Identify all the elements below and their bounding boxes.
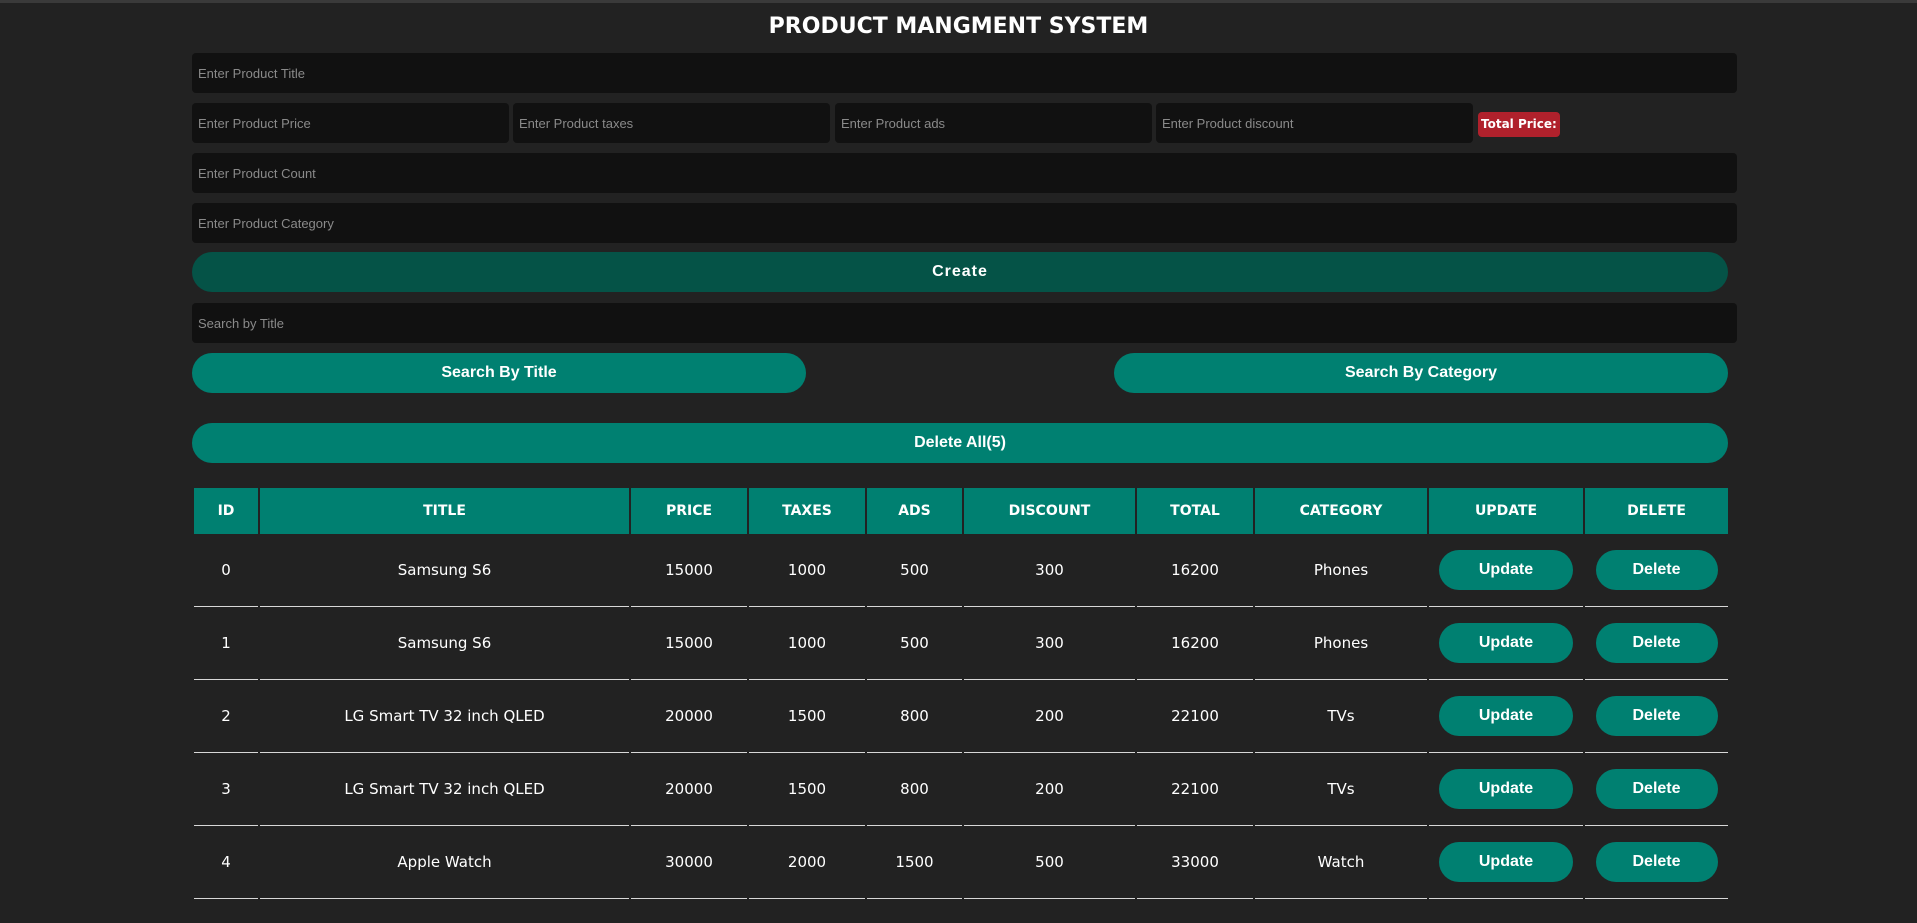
cell-update: Update (1429, 753, 1583, 826)
header-delete: DELETE (1585, 488, 1728, 534)
cell-total: 16200 (1137, 534, 1253, 607)
cell-taxes: 1000 (749, 607, 865, 680)
cell-taxes: 1000 (749, 534, 865, 607)
table-row: 0 Samsung S6 15000 1000 500 300 16200 Ph… (194, 534, 1728, 607)
table-row: 3 LG Smart TV 32 inch QLED 20000 1500 80… (194, 753, 1728, 826)
delete-all-button[interactable]: Delete All(5) (192, 423, 1728, 463)
cell-ads: 800 (867, 753, 962, 826)
cell-category: Phones (1255, 534, 1427, 607)
header-price: PRICE (631, 488, 747, 534)
update-button[interactable]: Update (1439, 842, 1573, 882)
cell-delete: Delete (1585, 680, 1728, 753)
header-update: UPDATE (1429, 488, 1583, 534)
products-table: ID TITLE PRICE TAXES ADS DISCOUNT TOTAL … (192, 488, 1730, 899)
product-category-input[interactable] (192, 203, 1737, 243)
cell-delete: Delete (1585, 826, 1728, 899)
search-by-category-button[interactable]: Search By Category (1114, 353, 1728, 393)
cell-discount: 300 (964, 534, 1135, 607)
table-header-row: ID TITLE PRICE TAXES ADS DISCOUNT TOTAL … (194, 488, 1728, 534)
delete-button[interactable]: Delete (1595, 550, 1718, 590)
cell-update: Update (1429, 680, 1583, 753)
create-button[interactable]: Create (192, 252, 1728, 292)
cell-title: Samsung S6 (260, 534, 629, 607)
update-button[interactable]: Update (1439, 623, 1573, 663)
cell-update: Update (1429, 826, 1583, 899)
cell-ads: 500 (867, 607, 962, 680)
product-ads-input[interactable] (835, 103, 1152, 143)
cell-discount: 200 (964, 753, 1135, 826)
cell-category: TVs (1255, 680, 1427, 753)
cell-category: TVs (1255, 753, 1427, 826)
cell-price: 20000 (631, 753, 747, 826)
page-title: PRODUCT MANGMENT SYSTEM (768, 14, 1149, 39)
search-by-title-button[interactable]: Search By Title (192, 353, 806, 393)
header-taxes: TAXES (749, 488, 865, 534)
header-discount: DISCOUNT (964, 488, 1135, 534)
cell-price: 15000 (631, 607, 747, 680)
cell-category: Watch (1255, 826, 1427, 899)
update-button[interactable]: Update (1439, 696, 1573, 736)
cell-taxes: 1500 (749, 680, 865, 753)
cell-id: 4 (194, 826, 258, 899)
cell-title: LG Smart TV 32 inch QLED (260, 680, 629, 753)
header-title: TITLE (260, 488, 629, 534)
delete-button[interactable]: Delete (1595, 696, 1718, 736)
cell-id: 1 (194, 607, 258, 680)
update-button[interactable]: Update (1439, 769, 1573, 809)
product-price-input[interactable] (192, 103, 509, 143)
cell-taxes: 2000 (749, 826, 865, 899)
search-input[interactable] (192, 303, 1737, 343)
cell-delete: Delete (1585, 607, 1728, 680)
delete-button[interactable]: Delete (1595, 623, 1718, 663)
cell-discount: 300 (964, 607, 1135, 680)
cell-update: Update (1429, 534, 1583, 607)
header-total: TOTAL (1137, 488, 1253, 534)
cell-price: 20000 (631, 680, 747, 753)
cell-price: 15000 (631, 534, 747, 607)
cell-title: LG Smart TV 32 inch QLED (260, 753, 629, 826)
cell-ads: 800 (867, 680, 962, 753)
cell-delete: Delete (1585, 534, 1728, 607)
product-taxes-input[interactable] (513, 103, 830, 143)
product-title-input[interactable] (192, 53, 1737, 93)
delete-button[interactable]: Delete (1595, 769, 1718, 809)
cell-id: 2 (194, 680, 258, 753)
cell-discount: 200 (964, 680, 1135, 753)
cell-taxes: 1500 (749, 753, 865, 826)
top-border (0, 0, 1917, 3)
cell-total: 22100 (1137, 753, 1253, 826)
cell-id: 3 (194, 753, 258, 826)
table-row: 2 LG Smart TV 32 inch QLED 20000 1500 80… (194, 680, 1728, 753)
header-category: CATEGORY (1255, 488, 1427, 534)
cell-ads: 1500 (867, 826, 962, 899)
cell-discount: 500 (964, 826, 1135, 899)
cell-total: 16200 (1137, 607, 1253, 680)
cell-delete: Delete (1585, 753, 1728, 826)
cell-update: Update (1429, 607, 1583, 680)
update-button[interactable]: Update (1439, 550, 1573, 590)
header-ads: ADS (867, 488, 962, 534)
cell-category: Phones (1255, 607, 1427, 680)
table-row: 4 Apple Watch 30000 2000 1500 500 33000 … (194, 826, 1728, 899)
product-discount-input[interactable] (1156, 103, 1473, 143)
cell-total: 33000 (1137, 826, 1253, 899)
cell-title: Apple Watch (260, 826, 629, 899)
cell-ads: 500 (867, 534, 962, 607)
cell-title: Samsung S6 (260, 607, 629, 680)
cell-total: 22100 (1137, 680, 1253, 753)
total-price-badge: Total Price: (1478, 112, 1560, 137)
cell-price: 30000 (631, 826, 747, 899)
product-count-input[interactable] (192, 153, 1737, 193)
header-id: ID (194, 488, 258, 534)
delete-button[interactable]: Delete (1595, 842, 1718, 882)
cell-id: 0 (194, 534, 258, 607)
table-row: 1 Samsung S6 15000 1000 500 300 16200 Ph… (194, 607, 1728, 680)
